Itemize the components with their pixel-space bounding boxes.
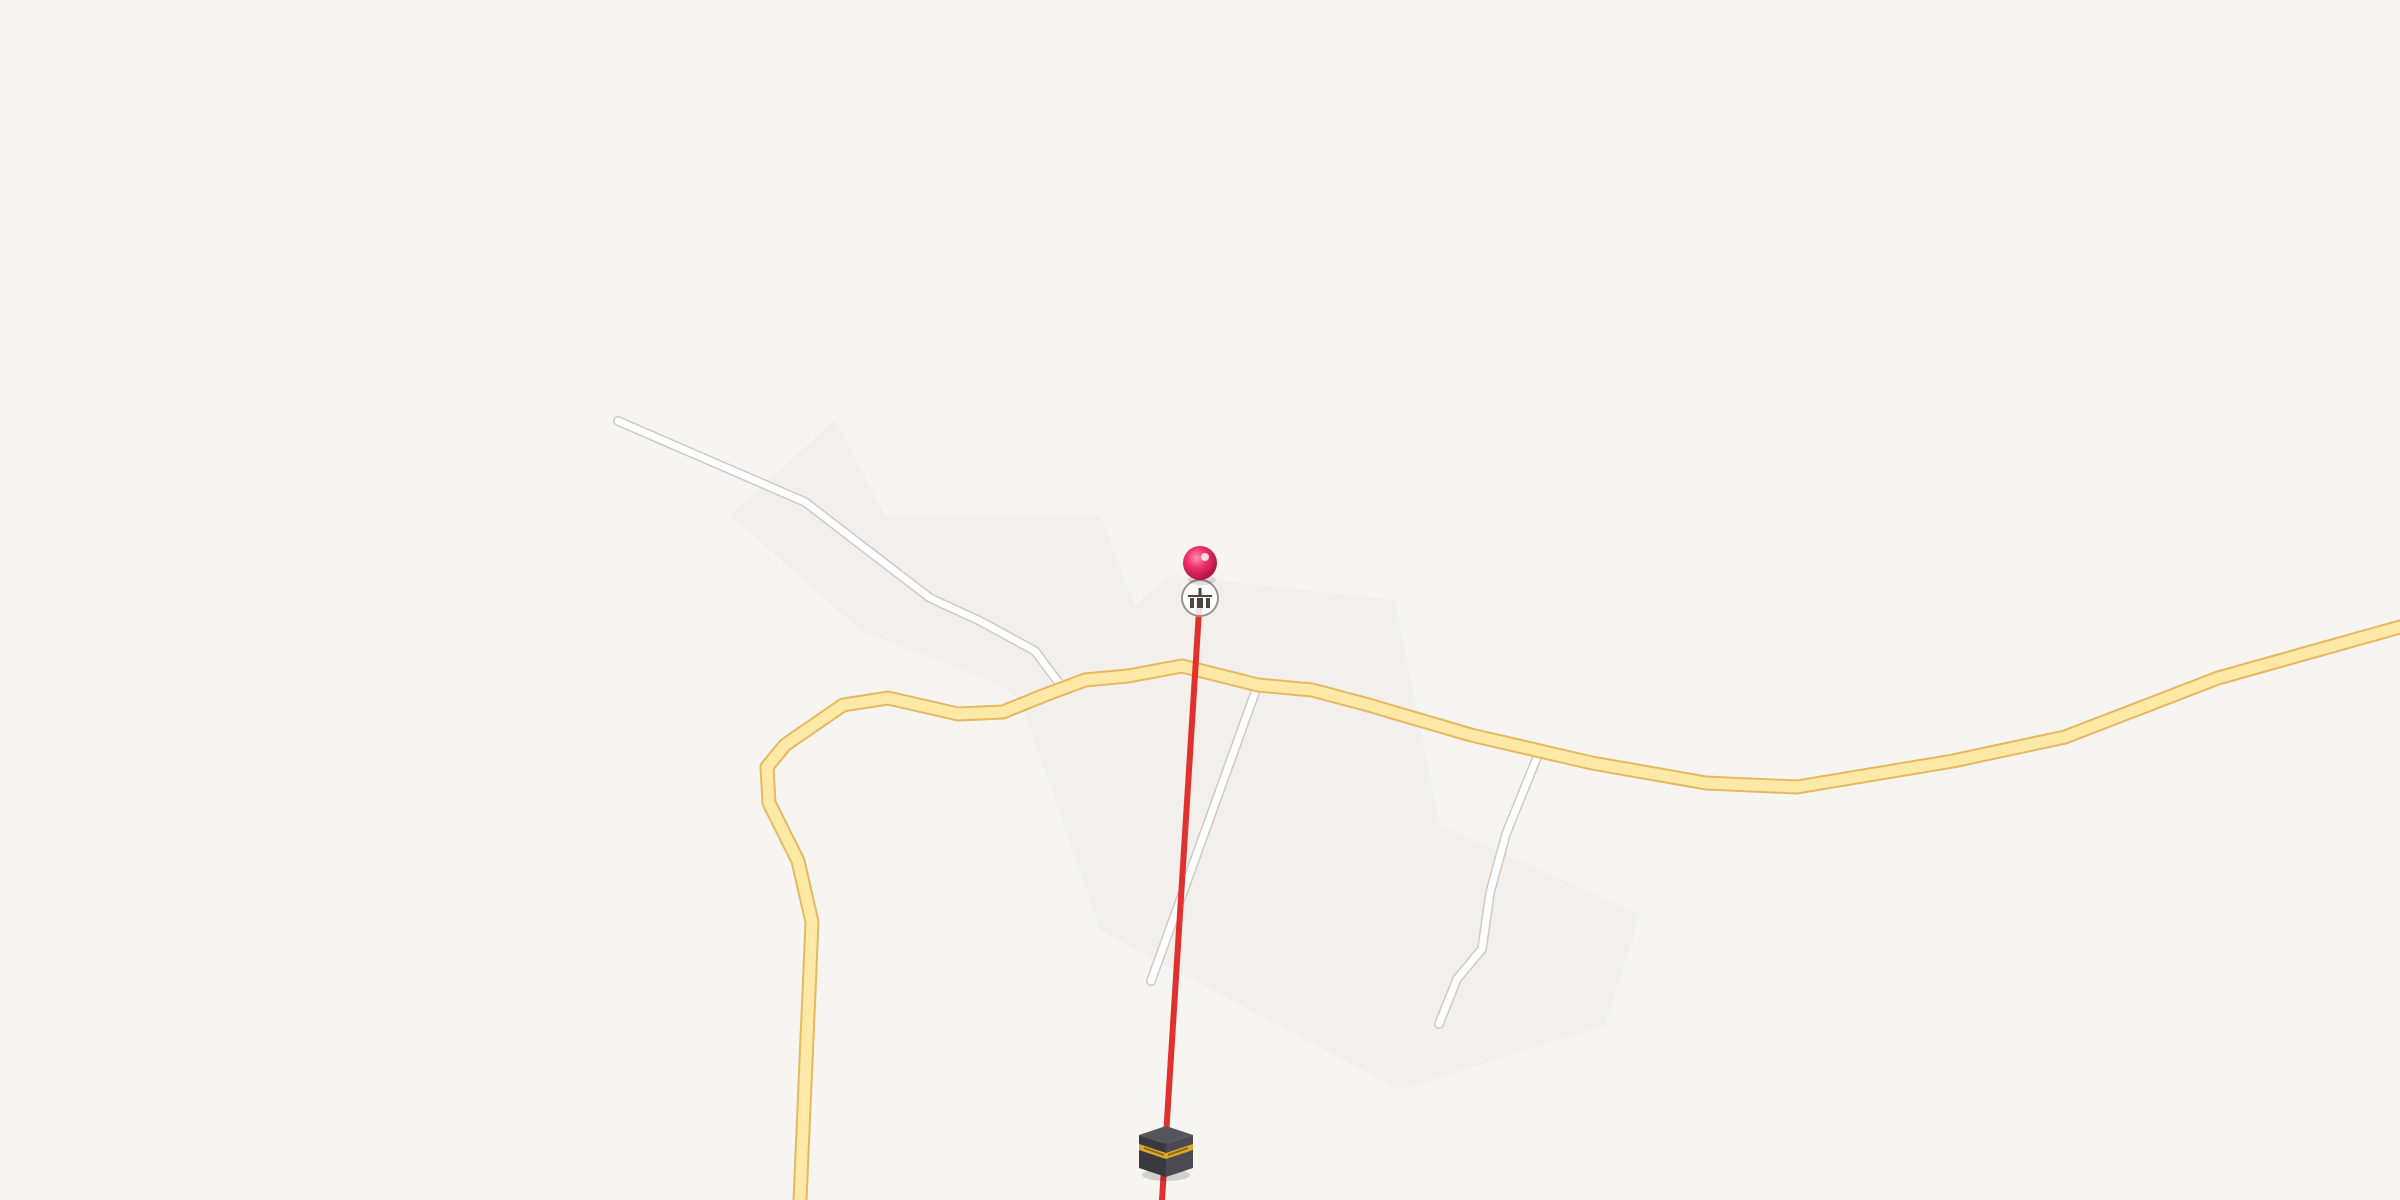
mosque-marker[interactable] <box>1181 579 1219 617</box>
kaaba-marker[interactable] <box>1139 1126 1193 1181</box>
map-view[interactable] <box>0 0 2400 1200</box>
map-canvas[interactable] <box>0 0 2400 1200</box>
location-pin-highlight <box>1201 553 1209 561</box>
kaaba-icon <box>1139 1126 1193 1177</box>
location-pin-icon <box>1183 546 1217 580</box>
